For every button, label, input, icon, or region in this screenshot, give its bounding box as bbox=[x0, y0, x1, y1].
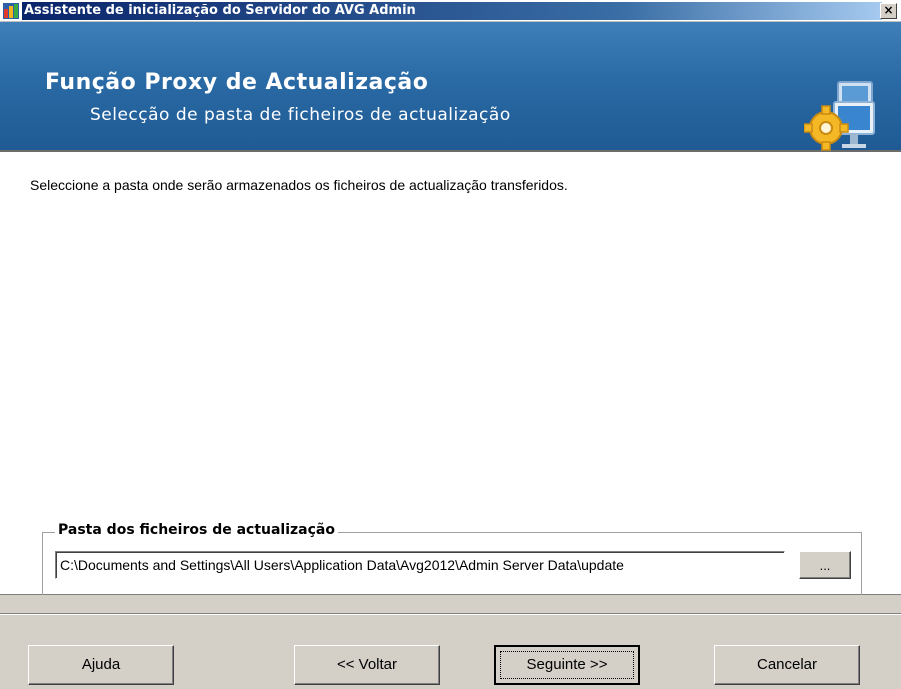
footer-separator bbox=[0, 613, 901, 615]
page-subheading: Selecção de pasta de ficheiros de actual… bbox=[90, 105, 511, 125]
page-heading: Função Proxy de Actualização bbox=[45, 70, 429, 95]
wizard-banner: Função Proxy de Actualização Selecção de… bbox=[0, 22, 901, 152]
browse-button[interactable]: ... bbox=[799, 551, 851, 579]
help-button[interactable]: Ajuda bbox=[28, 645, 174, 685]
back-button[interactable]: << Voltar bbox=[294, 645, 440, 685]
next-button[interactable]: Seguinte >> bbox=[494, 645, 640, 685]
update-folder-group: Pasta dos ficheiros de actualização C:\D… bbox=[42, 522, 862, 598]
group-legend: Pasta dos ficheiros de actualização bbox=[55, 522, 338, 538]
close-button[interactable]: × bbox=[880, 3, 897, 19]
wizard-content: Seleccione a pasta onde serão armazenado… bbox=[0, 152, 901, 598]
wizard-window: Assistente de inicialização do Servidor … bbox=[0, 0, 901, 689]
update-folder-path-input[interactable]: C:\Documents and Settings\All Users\Appl… bbox=[55, 551, 785, 579]
wizard-footer: Ajuda << Voltar Seguinte >> Cancelar bbox=[0, 595, 901, 689]
gear-computer-icon bbox=[804, 81, 875, 151]
title-bar[interactable]: Assistente de inicialização do Servidor … bbox=[0, 0, 901, 22]
avg-app-icon bbox=[3, 3, 19, 19]
instruction-text: Seleccione a pasta onde serão armazenado… bbox=[30, 177, 568, 193]
next-button-label: Seguinte >> bbox=[526, 656, 608, 673]
window-title: Assistente de inicialização do Servidor … bbox=[22, 2, 882, 20]
cancel-button[interactable]: Cancelar bbox=[714, 645, 860, 685]
